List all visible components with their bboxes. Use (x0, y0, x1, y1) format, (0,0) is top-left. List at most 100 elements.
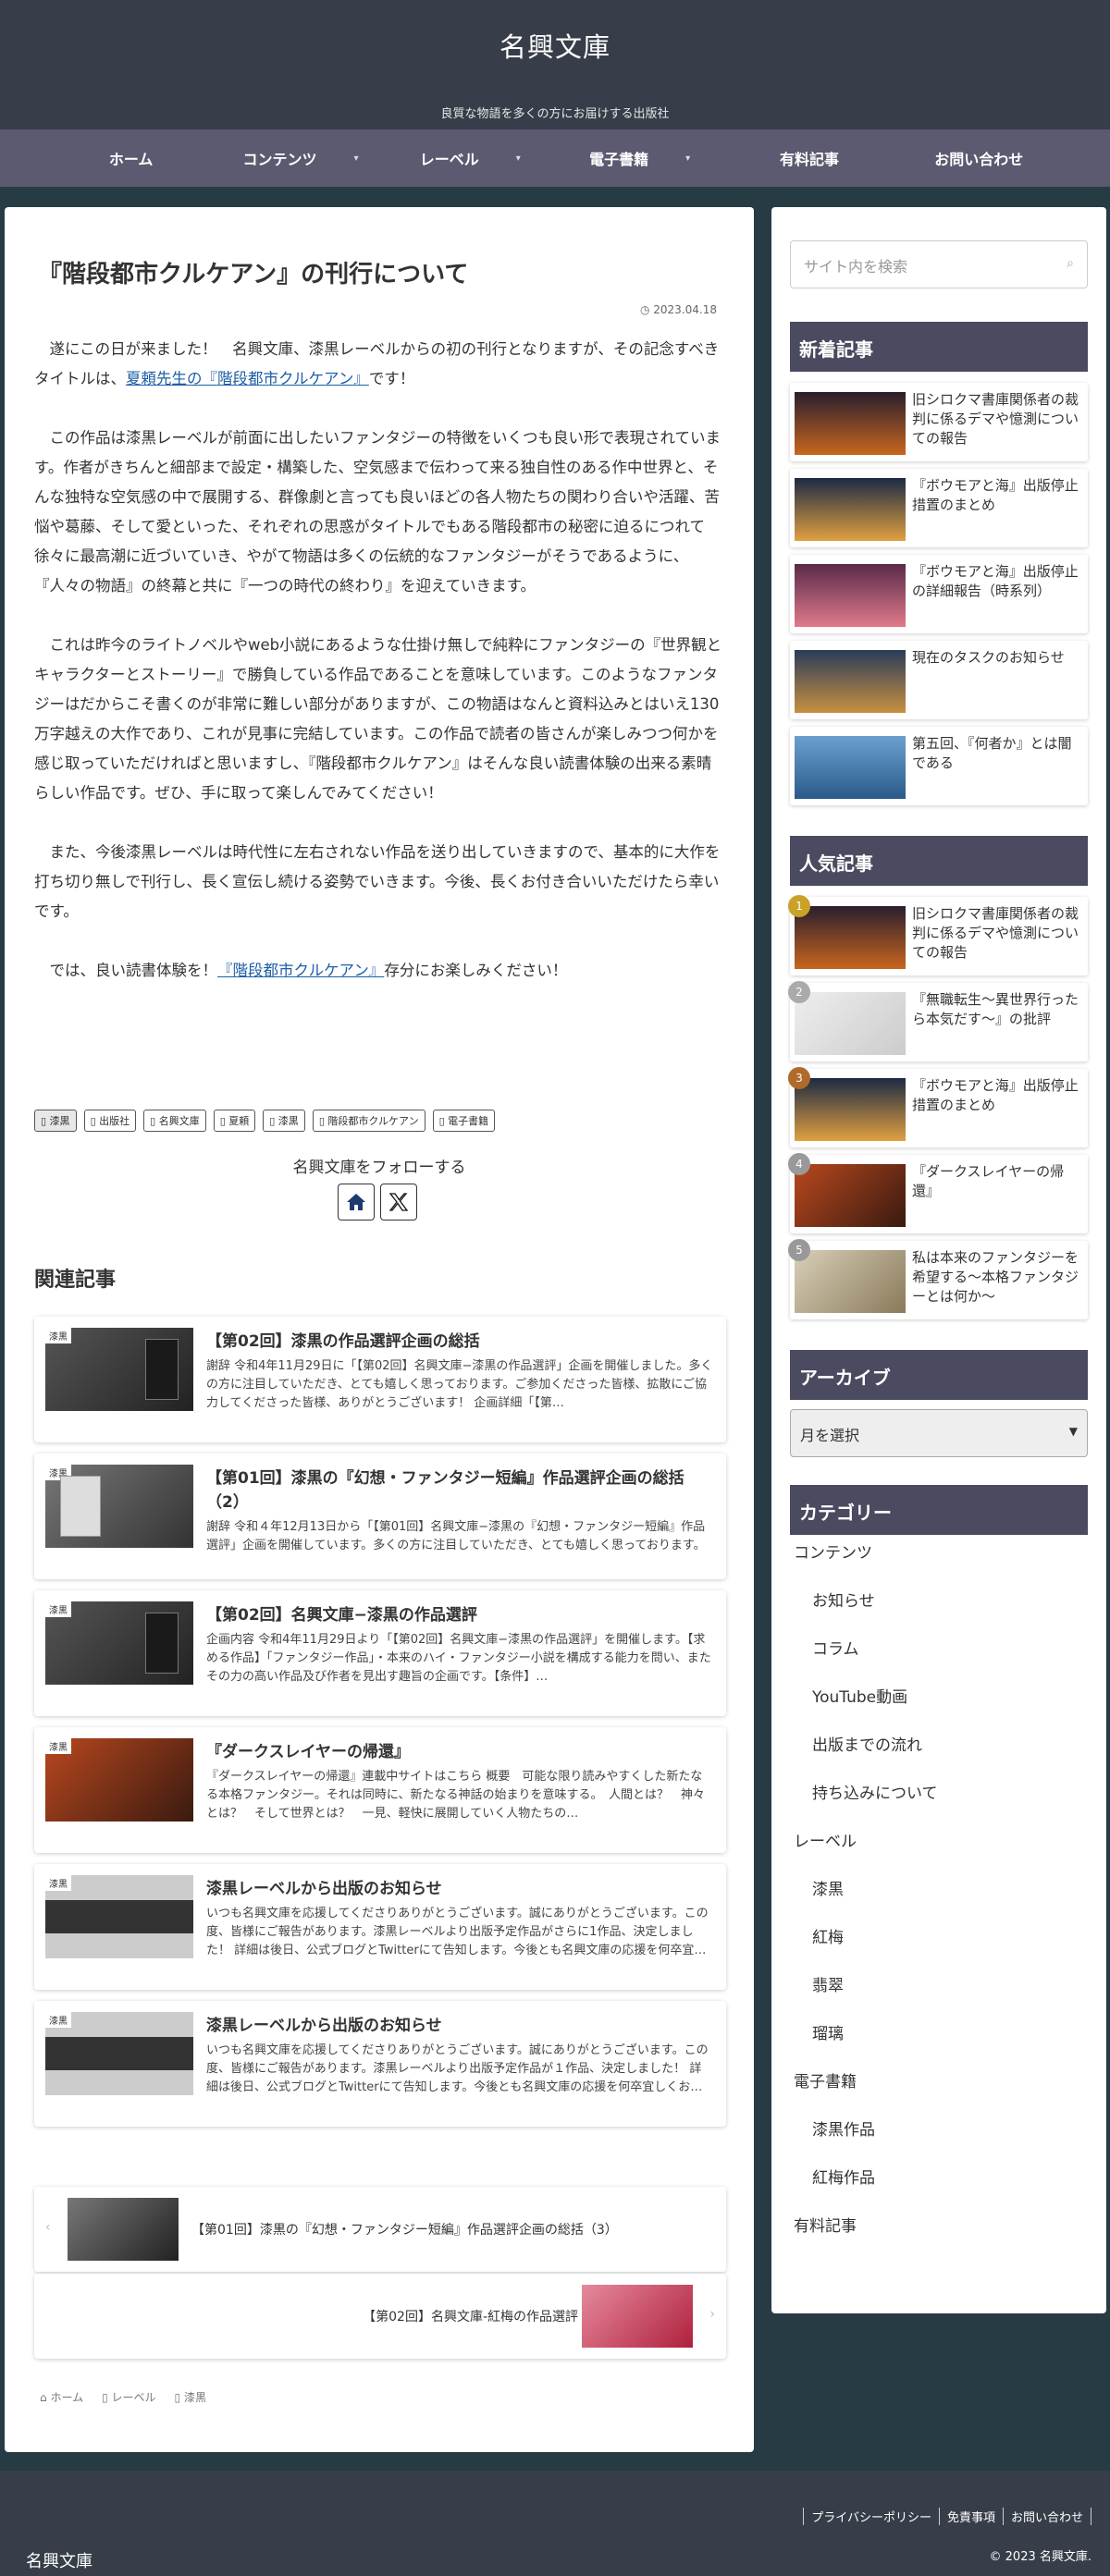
nav-item-paid[interactable]: 有料記事 (726, 147, 893, 169)
category-item[interactable]: 有料記事 (794, 2202, 1092, 2251)
follow-x-button[interactable] (380, 1184, 417, 1221)
next-post-link[interactable]: 【第02回】名興文庫-紅梅の作品選評 › (34, 2274, 726, 2359)
category-item[interactable]: 漆黒作品 (794, 2106, 1092, 2154)
recent-post[interactable]: 現在のタスクのお知らせ (790, 641, 1088, 719)
category-tag[interactable]: ▯ 漆黒 (34, 1110, 77, 1132)
tag[interactable]: ▯ 出版社 (83, 1110, 137, 1132)
rank-badge: 4 (788, 1153, 810, 1175)
card-snippet: 『ダークスレイヤーの帰還』連載中サイトはこちら 概要 可能な限り読みやすくした新… (206, 1770, 705, 1821)
nav-item-ebooks[interactable]: 電子書籍 ▾ (557, 147, 723, 169)
category-item[interactable]: 瑠璃 (794, 2010, 1092, 2058)
footer-link-privacy[interactable]: プライバシーポリシー (803, 2508, 939, 2525)
book-link[interactable]: 『階段都市クルケアン』 (217, 962, 384, 979)
follow-buttons (338, 1184, 417, 1221)
popular-post[interactable]: 4 『ダークスレイヤーの帰還』 (788, 1153, 1088, 1233)
breadcrumb-item[interactable]: ▯ レーベル (102, 2389, 155, 2405)
category-item[interactable]: 電子書籍 (794, 2058, 1092, 2106)
related-card[interactable]: 漆黒 【第02回】名興文庫−漆黒の作品選評 企画内容 令和4年11月29日より「… (34, 1590, 726, 1716)
breadcrumb-item[interactable]: ▯ 漆黒 (175, 2389, 206, 2405)
related-card[interactable]: 漆黒 『ダークスレイヤーの帰還』 『ダークスレイヤーの帰還』連載中サイトはこちら… (34, 1727, 726, 1853)
category-item[interactable]: 漆黒 (794, 1866, 1092, 1914)
nav-label: コンテンツ (242, 151, 317, 168)
tag[interactable]: ▯ 電子書籍 (432, 1110, 496, 1132)
recent-post[interactable]: 旧シロクマ書庫関係者の裁判に係るデマや憶測についての報告 (790, 383, 1088, 461)
related-list: 漆黒 【第02回】漆黒の作品選評企画の総括 謝辞 令和4年11月29日に「【第0… (34, 1317, 726, 2138)
main-column: 『階段都市クルケアン』の刊行について ◷ 2023.04.18 遂にこの日が来ま… (5, 207, 754, 2452)
tag-icon: ▯ (90, 1115, 100, 1127)
footer-link-contact[interactable]: お問い合わせ (1002, 2508, 1092, 2525)
category-item[interactable]: レーベル (794, 1818, 1092, 1866)
tag-label: 出版社 (99, 1115, 130, 1127)
category-item[interactable]: YouTube動画 (794, 1674, 1092, 1722)
card-title: 【第01回】漆黒の『幻想・ファンタジー短編』作品選評企画の総括（2） (206, 1469, 684, 1512)
thumbnail (582, 2285, 693, 2348)
category-item[interactable]: 持ち込みについて (794, 1770, 1092, 1818)
prev-post-link[interactable]: ‹ 【第01回】漆黒の『幻想・ファンタジー短編』作品選評企画の総括（3） (34, 2187, 726, 2272)
breadcrumb-item[interactable]: ⌂ ホーム (40, 2389, 83, 2405)
card-snippet: いつも名興文庫を応援してくださりありがとうございます。誠にありがとうございます。… (206, 2043, 709, 2094)
site-header: 名興文庫 良質な物語を多くの方にお届けする出版社 (0, 0, 1110, 129)
search-icon[interactable]: ⌕ (1067, 256, 1074, 271)
category-title: カテゴリー (790, 1485, 1088, 1535)
chevron-left-icon: ‹ (45, 2220, 51, 2235)
tag[interactable]: ▯ 夏頼 (213, 1110, 256, 1132)
category-item[interactable]: コラム (794, 1625, 1092, 1674)
category-item[interactable]: 翡翠 (794, 1962, 1092, 2010)
nav-item-labels[interactable]: レーベル ▾ (387, 147, 553, 169)
tag[interactable]: ▯ 漆黒 (263, 1110, 305, 1132)
nav-label: 電子書籍 (589, 151, 649, 168)
text: では、良い読書体験を！ (49, 962, 218, 979)
site-title[interactable]: 名興文庫 (0, 26, 1110, 65)
thumbnail (68, 2198, 179, 2261)
nav-label: レーベル (419, 151, 479, 168)
popular-posts-title: 人気記事 (790, 836, 1088, 886)
chevron-down-icon: ▾ (515, 153, 521, 164)
popular-post[interactable]: 5 私は本来のファンタジーを希望する〜本格ファンタジーとは何か〜 (788, 1239, 1088, 1319)
post-pager: ‹ 【第01回】漆黒の『幻想・ファンタジー短編』作品選評企画の総括（3） 【第0… (34, 2187, 726, 2361)
category-item[interactable]: コンテンツ (794, 1529, 1092, 1577)
nav-label: ホーム (108, 151, 154, 168)
nav-item-contact[interactable]: お問い合わせ (895, 147, 1062, 169)
site-tagline: 良質な物語を多くの方にお届けする出版社 (440, 107, 670, 121)
thumbnail: 漆黒 (45, 1465, 193, 1548)
recent-post[interactable]: 『ボウモアと海』出版停止の詳細報告（時系列） (790, 555, 1088, 633)
tag[interactable]: ▯ 階段都市クルケアン (312, 1110, 426, 1132)
archive-select[interactable]: 月を選択 ▼ (790, 1409, 1088, 1457)
popular-post[interactable]: 1 旧シロクマ書庫関係者の裁判に係るデマや憶測についての報告 (788, 895, 1088, 975)
popular-post[interactable]: 3 『ボウモアと海』出版停止措置のまとめ (788, 1067, 1088, 1147)
follow-home-button[interactable] (338, 1184, 375, 1221)
related-card[interactable]: 漆黒 【第02回】漆黒の作品選評企画の総括 謝辞 令和4年11月29日に「【第0… (34, 1317, 726, 1442)
thumbnail (795, 392, 906, 455)
archive-select-value: 月を選択 (800, 1427, 860, 1444)
text: です！ (368, 370, 415, 387)
recent-posts-title: 新着記事 (790, 322, 1088, 372)
card-title: 【第02回】漆黒の作品選評企画の総括 (206, 1332, 480, 1351)
rank-badge: 2 (788, 981, 810, 1003)
post-title: 現在のタスクのお知らせ (912, 649, 1065, 666)
category-item[interactable]: 紅梅 (794, 1914, 1092, 1962)
tag-label: 電子書籍 (448, 1115, 489, 1127)
category-list: コンテンツ お知らせ コラム YouTube動画 出版までの流れ 持ち込みについ… (794, 1529, 1092, 2251)
footer-link-disclaimer[interactable]: 免責事項 (938, 2508, 1003, 2525)
tag[interactable]: ▯ 名興文庫 (143, 1110, 206, 1132)
search-input[interactable]: サイト内を検索 ⌕ (790, 240, 1088, 288)
related-card[interactable]: 漆黒 【第01回】漆黒の『幻想・ファンタジー短編』作品選評企画の総括（2） 謝辞… (34, 1454, 726, 1579)
popular-post[interactable]: 2 『無職転生〜異世界行ったら本気だす〜』の批評 (788, 981, 1088, 1061)
related-heading: 関連記事 (34, 1269, 117, 1292)
related-card[interactable]: 漆黒 漆黒レーベルから出版のお知らせ いつも名興文庫を応援してくださりありがとう… (34, 1864, 726, 1990)
recent-posts-list: 旧シロクマ書庫関係者の裁判に係るデマや憶測についての報告 『ボウモアと海』出版停… (790, 383, 1088, 813)
nav-item-contents[interactable]: コンテンツ ▾ (217, 147, 384, 169)
category-item[interactable]: 出版までの流れ (794, 1722, 1092, 1770)
nav-item-home[interactable]: ホーム (48, 147, 215, 169)
recent-post[interactable]: 『ボウモアと海』出版停止措置のまとめ (790, 469, 1088, 547)
book-link[interactable]: 夏頼先生の『階段都市クルケアン』 (126, 370, 369, 387)
chevron-down-icon: ▾ (685, 153, 691, 164)
recent-post[interactable]: 第五回、『何者か』とは闇である (790, 727, 1088, 805)
category-item[interactable]: 紅梅作品 (794, 2154, 1092, 2202)
footer-brand[interactable]: 名興文庫 (26, 2548, 92, 2572)
post-title: 『ボウモアと海』出版停止措置のまとめ (912, 477, 1079, 513)
category-item[interactable]: お知らせ (794, 1577, 1092, 1625)
related-card[interactable]: 漆黒 漆黒レーベルから出版のお知らせ いつも名興文庫を応援してくださりありがとう… (34, 2001, 726, 2127)
folder-icon: ▯ (41, 1115, 50, 1127)
breadcrumb-label: ホーム (50, 2391, 84, 2404)
